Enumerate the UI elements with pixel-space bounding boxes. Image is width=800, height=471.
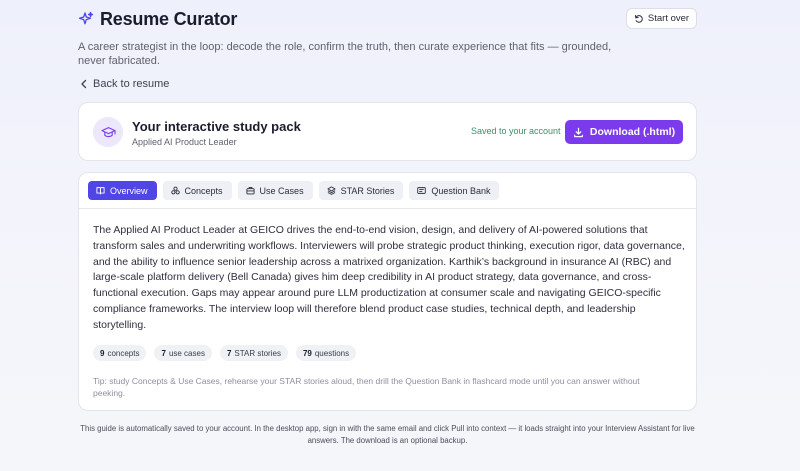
tab-label: Question Bank bbox=[431, 185, 491, 196]
stat-badge: 79 questions bbox=[295, 345, 357, 361]
tab-concepts[interactable]: Concepts bbox=[162, 181, 232, 200]
tab-label: Use Cases bbox=[259, 185, 304, 196]
app-subtitle: A career strategist in the loop: decode … bbox=[78, 41, 612, 67]
stat-badge: 7 STAR stories bbox=[219, 345, 288, 361]
briefcase-icon bbox=[245, 186, 255, 195]
stat-count: 79 bbox=[302, 348, 312, 358]
stat-count: 7 bbox=[161, 348, 166, 358]
shapes-icon bbox=[170, 186, 180, 195]
tab-label: STAR Stories bbox=[340, 185, 395, 196]
stat-count: 9 bbox=[100, 348, 105, 358]
study-tip: Tip: study Concepts & Use Cases, rehears… bbox=[93, 376, 640, 398]
tab-question-bank[interactable]: Question Bank bbox=[409, 181, 500, 200]
sparkles-icon bbox=[78, 11, 94, 27]
stat-label: questions bbox=[314, 348, 350, 358]
app-title: Resume Curator bbox=[100, 8, 238, 29]
layers-icon bbox=[327, 186, 336, 195]
book-icon bbox=[96, 187, 105, 195]
overview-text: The Applied AI Product Leader at GEICO d… bbox=[93, 224, 685, 331]
tab-star-stories[interactable]: STAR Stories bbox=[318, 181, 404, 200]
graduation-cap-icon bbox=[93, 117, 123, 147]
download-html-button[interactable]: Download (.html) bbox=[565, 120, 683, 144]
app-header: Resume Curator A career strategist in th… bbox=[78, 8, 696, 68]
download-label: Download (.html) bbox=[589, 126, 676, 138]
stat-label: STAR stories bbox=[234, 348, 281, 358]
back-link-label: Back to resume bbox=[93, 78, 170, 90]
card-icon bbox=[417, 187, 427, 194]
tab-label: Overview bbox=[110, 185, 148, 196]
start-over-label: Start over bbox=[647, 13, 690, 24]
download-icon bbox=[573, 127, 583, 137]
study-content-card: Overview Concepts Use Cases STAR Stories… bbox=[78, 172, 697, 411]
stat-count: 7 bbox=[226, 348, 232, 358]
stat-badge: 7 use cases bbox=[154, 345, 212, 361]
start-over-button[interactable]: Start over bbox=[626, 8, 697, 29]
study-pack-title: Your interactive study pack bbox=[132, 119, 301, 134]
study-pack-role: Applied AI Product Leader bbox=[132, 137, 237, 147]
back-to-resume-link[interactable]: Back to resume bbox=[80, 78, 169, 90]
stat-badge: 9 concepts bbox=[93, 345, 147, 361]
stat-label: use cases bbox=[168, 348, 205, 358]
stats-row: 9 concepts 7 use cases 7 STAR stories 79… bbox=[93, 345, 357, 361]
footer-note: This guide is automatically saved to you… bbox=[80, 424, 695, 445]
stat-label: concepts bbox=[107, 348, 140, 358]
tab-label: Concepts bbox=[184, 185, 223, 196]
chevron-left-icon bbox=[81, 79, 87, 89]
tab-use-cases[interactable]: Use Cases bbox=[237, 181, 313, 200]
rotate-ccw-icon bbox=[634, 14, 643, 23]
study-pack-card: Your interactive study pack Applied AI P… bbox=[78, 102, 697, 161]
tab-overview[interactable]: Overview bbox=[88, 181, 157, 200]
tab-bar: Overview Concepts Use Cases STAR Stories… bbox=[79, 173, 696, 209]
saved-status: Saved to your account bbox=[471, 126, 561, 136]
